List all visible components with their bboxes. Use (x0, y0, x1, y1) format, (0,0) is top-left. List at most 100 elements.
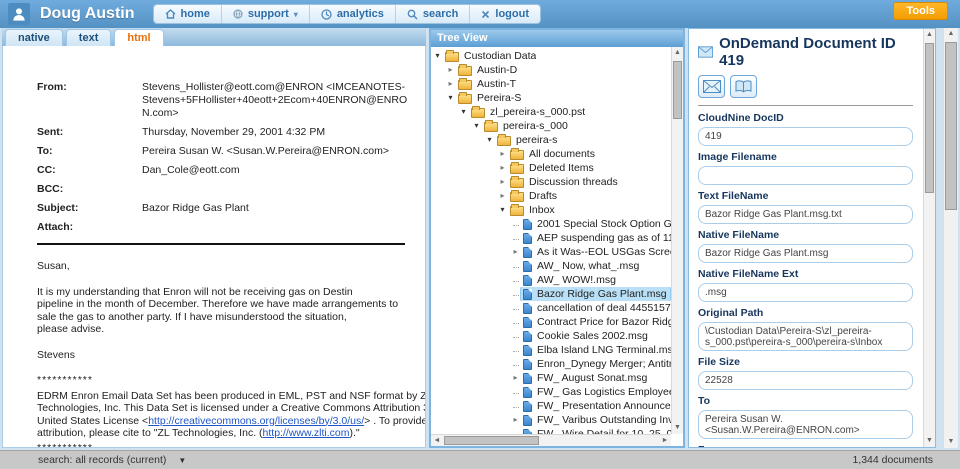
tree-node[interactable]: Austin-D (432, 63, 671, 77)
nav-home[interactable]: home (154, 5, 222, 23)
scroll-thumb[interactable] (444, 436, 539, 445)
search-scope[interactable]: search: all records (current) (38, 454, 166, 466)
tree-node[interactable]: Custodian Data (432, 49, 671, 63)
tree-node-box[interactable]: Inbox (508, 203, 558, 217)
tree-node-box[interactable]: AW_ Now, what_.msg (521, 259, 642, 273)
tree-node[interactable]: cancellation of deal 4455157355 (432, 301, 671, 315)
tree-node-box[interactable]: FW_ Gas Logistics Employee Me (521, 385, 671, 399)
tree-node[interactable]: Bazor Ridge Gas Plant.msg (432, 287, 671, 301)
tree-vertical-scrollbar[interactable]: ▲ ▼ (671, 47, 683, 434)
nav-support[interactable]: support ▾ (222, 5, 310, 23)
scroll-left-icon[interactable]: ◄ (431, 435, 443, 447)
tree-node-box[interactable]: FW_ Wire Detail for 10_25_01 w (521, 427, 671, 434)
tree-node-box[interactable]: FW_ Varibus Outstanding Invoic (521, 413, 671, 427)
nav-analytics[interactable]: analytics (310, 5, 396, 23)
tree-node[interactable]: As it Was--EOL USGas Screen C (432, 245, 671, 259)
expander-icon[interactable] (510, 329, 521, 343)
tree-node-box[interactable]: FW_ Presentation Announcemen (521, 399, 671, 413)
expander-icon[interactable] (497, 189, 508, 203)
expander-icon[interactable] (510, 357, 521, 371)
tree-node[interactable]: All documents (432, 147, 671, 161)
tree-node-box[interactable]: All documents (508, 147, 598, 161)
scroll-thumb[interactable] (945, 42, 957, 210)
tab-text[interactable]: text (66, 29, 112, 46)
expander-icon[interactable] (510, 245, 521, 259)
expander-icon[interactable] (445, 63, 456, 77)
tree-node[interactable]: Austin-T (432, 77, 671, 91)
field-value-input[interactable]: \Custodian Data\Pereira-S\zl_pereira-s_0… (698, 322, 913, 351)
tree-node-box[interactable]: 2001 Special Stock Option Gran (521, 217, 671, 231)
tree-node-box[interactable]: As it Was--EOL USGas Screen C (521, 245, 671, 259)
tree-node-box[interactable]: Elba Island LNG Terminal.msg (521, 343, 671, 357)
tree-node[interactable]: pereira-s (432, 133, 671, 147)
nav-search[interactable]: search (396, 5, 470, 23)
expander-icon[interactable] (497, 203, 508, 217)
scroll-thumb[interactable] (673, 61, 682, 119)
tree-node-box[interactable]: AEP suspending gas as of 11_25 (521, 231, 671, 245)
scroll-up-icon[interactable]: ▲ (672, 47, 683, 59)
tab-html[interactable]: html (114, 29, 163, 46)
tree-node-box[interactable]: cancellation of deal 4455157355 (521, 301, 671, 315)
tree-node[interactable]: zl_pereira-s_000.pst (432, 105, 671, 119)
expander-icon[interactable] (510, 385, 521, 399)
expander-icon[interactable] (510, 315, 521, 329)
tools-button[interactable]: Tools (893, 2, 948, 20)
tree-node[interactable]: pereira-s_000 (432, 119, 671, 133)
tree-node[interactable]: Discussion threads (432, 175, 671, 189)
tree-node[interactable]: Deleted Items (432, 161, 671, 175)
tree-node-box[interactable]: Cookie Sales 2002.msg (521, 329, 651, 343)
tree-node-box[interactable]: Bazor Ridge Gas Plant.msg (521, 287, 670, 301)
expander-icon[interactable] (510, 413, 521, 427)
field-value-input[interactable] (698, 166, 913, 185)
detail-vertical-scrollbar[interactable]: ▲ ▼ (923, 29, 935, 447)
scroll-thumb[interactable] (925, 43, 934, 193)
expander-icon[interactable] (510, 301, 521, 315)
expander-icon[interactable] (484, 133, 495, 147)
field-value-input[interactable]: Pereira Susan W. <Susan.W.Pereira@ENRON.… (698, 410, 913, 439)
tree-node[interactable]: Pereira-S (432, 91, 671, 105)
scroll-down-icon[interactable]: ▼ (944, 436, 958, 448)
field-value-input[interactable]: Bazor Ridge Gas Plant.msg.txt (698, 205, 913, 224)
tree-node-box[interactable]: Custodian Data (443, 49, 539, 63)
expander-icon[interactable] (510, 217, 521, 231)
expander-icon[interactable] (510, 259, 521, 273)
tree-node-box[interactable]: Austin-D (456, 63, 520, 77)
tree-node[interactable]: AEP suspending gas as of 11_25 (432, 231, 671, 245)
view-pages-button[interactable] (730, 75, 757, 98)
expander-icon[interactable] (432, 49, 443, 63)
field-value-input[interactable]: 22528 (698, 371, 913, 390)
expander-icon[interactable] (510, 343, 521, 357)
tree-node[interactable]: Elba Island LNG Terminal.msg (432, 343, 671, 357)
user-avatar[interactable] (8, 3, 30, 25)
expander-icon[interactable] (445, 91, 456, 105)
tree-node[interactable]: Cookie Sales 2002.msg (432, 329, 671, 343)
expander-icon[interactable] (510, 231, 521, 245)
expander-icon[interactable] (510, 371, 521, 385)
tree-node[interactable]: FW_ Wire Detail for 10_25_01 w (432, 427, 671, 434)
tree-node-box[interactable]: Pereira-S (456, 91, 524, 105)
view-message-button[interactable] (698, 75, 725, 98)
tree-node[interactable]: FW_ Gas Logistics Employee Me (432, 385, 671, 399)
tree-node[interactable]: FW_ Presentation Announcemen (432, 399, 671, 413)
expander-icon[interactable] (497, 161, 508, 175)
expander-icon[interactable] (510, 427, 521, 434)
tab-native[interactable]: native (5, 29, 63, 46)
tree-node-box[interactable]: pereira-s_000 (482, 119, 571, 133)
scroll-right-icon[interactable]: ► (659, 435, 671, 447)
field-value-input[interactable]: .msg (698, 283, 913, 302)
expander-icon[interactable] (471, 119, 482, 133)
tree-node[interactable]: Inbox (432, 203, 671, 217)
tree-horizontal-scrollbar[interactable]: ◄ ► (431, 434, 671, 446)
expander-icon[interactable] (510, 287, 521, 301)
field-value-input[interactable]: 419 (698, 127, 913, 146)
tree-node-box[interactable]: AW_ WOW!.msg (521, 273, 619, 287)
tree-node[interactable]: AW_ Now, what_.msg (432, 259, 671, 273)
tree-node-box[interactable]: Drafts (508, 189, 560, 203)
tree-node-box[interactable]: Enron_Dynegy Merger; Antitrus (521, 357, 671, 371)
field-value-input[interactable]: Bazor Ridge Gas Plant.msg (698, 244, 913, 263)
tree-node-box[interactable]: Contract Price for Bazor Ridge E (521, 315, 671, 329)
tree-node[interactable]: AW_ WOW!.msg (432, 273, 671, 287)
zlti-link[interactable]: http://www.zlti.com (263, 427, 350, 439)
tree-node-box[interactable]: Austin-T (456, 77, 519, 91)
tree-node-box[interactable]: Discussion threads (508, 175, 621, 189)
